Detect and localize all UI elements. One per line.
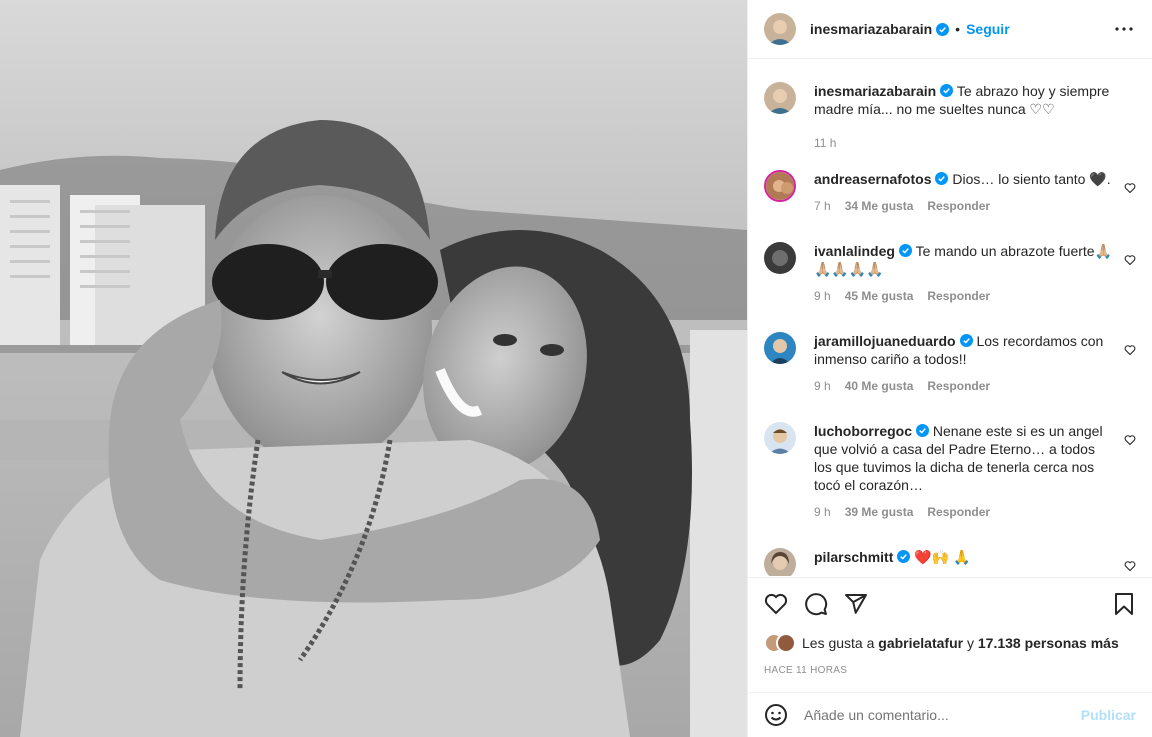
post-image	[0, 0, 747, 737]
comment-likes[interactable]: 40 Me gusta	[845, 377, 914, 395]
commenter-avatar[interactable]	[764, 170, 796, 202]
liker-username[interactable]: gabrielatafur	[878, 635, 963, 651]
author-avatar[interactable]	[764, 82, 796, 114]
commenter-avatar[interactable]	[764, 332, 796, 364]
comment-text: Dios… lo siento tanto 🖤.	[952, 171, 1111, 187]
comment-time[interactable]: 9 h	[814, 287, 831, 305]
caption: inesmariazabarain Te abrazo hoy y siempr…	[764, 82, 1136, 152]
post-panel: inesmariazabarain • Seguir inesmariazaba…	[747, 0, 1152, 737]
heart-icon[interactable]	[764, 592, 788, 616]
reply-button[interactable]: Responder	[927, 287, 990, 305]
emoji-icon[interactable]	[764, 703, 788, 727]
bookmark-icon[interactable]	[1112, 592, 1136, 616]
comment-text: ❤️🙌 🙏	[914, 549, 971, 565]
post-header: inesmariazabarain • Seguir	[748, 0, 1152, 59]
comment-username[interactable]: jaramillojuaneduardo	[814, 333, 956, 349]
reply-button[interactable]: Responder	[927, 197, 990, 215]
verified-icon	[959, 333, 973, 347]
separator-dot: •	[955, 21, 961, 37]
likes-prefix: Les gusta a	[802, 635, 875, 651]
verified-icon	[936, 22, 950, 36]
comment-item: luchoborregoc Nenane este si es un angel…	[764, 422, 1136, 521]
comment-time[interactable]: 7 h	[814, 197, 831, 215]
comment-likes[interactable]: 39 Me gusta	[845, 503, 914, 521]
caption-username[interactable]: inesmariazabarain	[814, 83, 936, 99]
share-icon[interactable]	[844, 592, 868, 616]
comment-item: andreasernafotos Dios… lo siento tanto 🖤…	[764, 170, 1136, 215]
verified-icon	[897, 549, 911, 563]
post-photo[interactable]	[0, 0, 747, 737]
reply-button[interactable]: Responder	[927, 503, 990, 521]
comment-input[interactable]	[804, 707, 1081, 723]
commenter-avatar[interactable]	[764, 548, 796, 576]
comment-username[interactable]: ivanlalindeg	[814, 243, 895, 259]
comment-username[interactable]: luchoborregoc	[814, 423, 912, 439]
reply-button[interactable]: Responder	[927, 377, 990, 395]
verified-icon	[898, 243, 912, 257]
verified-icon	[916, 423, 930, 437]
heart-icon[interactable]	[1124, 344, 1136, 356]
comment-item: jaramillojuaneduardo Los recordamos con …	[764, 332, 1136, 395]
heart-icon[interactable]	[1124, 254, 1136, 266]
comment-username[interactable]: andreasernafotos	[814, 171, 931, 187]
verified-icon	[935, 171, 949, 185]
publish-button[interactable]: Publicar	[1081, 707, 1136, 723]
comment-time[interactable]: 9 h	[814, 377, 831, 395]
heart-icon[interactable]	[1124, 434, 1136, 446]
comment-username[interactable]: pilarschmitt	[814, 549, 893, 565]
comment-icon[interactable]	[804, 592, 828, 616]
commenter-avatar[interactable]	[764, 242, 796, 274]
comment-time[interactable]: 9 h	[814, 503, 831, 521]
comment-likes[interactable]: 34 Me gusta	[845, 197, 914, 215]
author-avatar[interactable]	[764, 13, 796, 45]
comments-list[interactable]: inesmariazabarain Te abrazo hoy y siempr…	[748, 60, 1152, 576]
add-comment-bar: Publicar	[748, 692, 1152, 737]
heart-icon[interactable]	[1124, 560, 1136, 572]
commenter-avatar[interactable]	[764, 422, 796, 454]
liker-avatar	[776, 633, 796, 653]
likes-connector: y	[966, 635, 974, 651]
post-actions: Les gusta a gabrielatafur y 17.138 perso…	[748, 577, 1152, 692]
verified-icon	[940, 83, 954, 97]
likes-summary[interactable]: Les gusta a gabrielatafur y 17.138 perso…	[764, 633, 1119, 653]
likes-others[interactable]: 17.138 personas más	[978, 635, 1119, 651]
more-icon[interactable]	[1112, 17, 1136, 41]
comment-likes[interactable]: 45 Me gusta	[845, 287, 914, 305]
comment-item: ivanlalindeg Te mando un abrazote fuerte…	[764, 242, 1136, 305]
heart-icon[interactable]	[1124, 182, 1136, 194]
follow-button[interactable]: Seguir	[966, 21, 1010, 37]
caption-time[interactable]: 11 h	[814, 134, 836, 152]
post-timestamp[interactable]: HACE 11 HORAS	[764, 665, 847, 676]
comment-item: pilarschmitt ❤️🙌 🙏	[764, 548, 1136, 576]
author-username[interactable]: inesmariazabarain	[810, 21, 932, 37]
